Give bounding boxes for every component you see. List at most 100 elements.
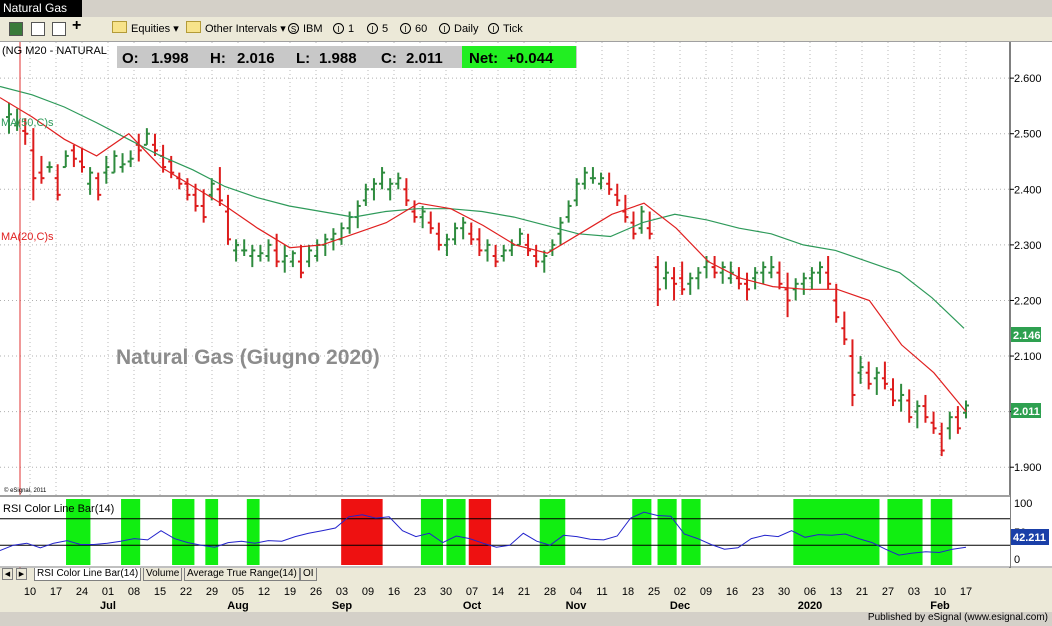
rsi-band [930,499,953,565]
tab-rsi[interactable]: RSI Color Line Bar(14) [34,568,142,581]
page-icon[interactable] [31,22,45,36]
chart-icon[interactable] [9,22,23,36]
date-tick-label: 23 [752,586,764,598]
month-label: Nov [566,600,588,612]
rsi-band [246,499,260,565]
date-tick-label: 22 [180,586,192,598]
interval-daily-button[interactable]: I Daily [439,21,478,37]
interval-1-button[interactable]: I1 [333,21,354,37]
open-value: 1.998 [151,50,189,67]
month-label: Aug [227,600,248,612]
window-title: Natural Gas [0,0,82,17]
copyright: © eSignal, 2011 [4,487,47,494]
month-label: 2020 [798,600,822,612]
interval-circle-icon: I [400,23,411,34]
rsi-band [468,499,492,565]
rsi-band [793,499,880,565]
date-tick-label: 16 [726,586,738,598]
rsi-band [205,499,219,565]
rsi-label: RSI Color Line Bar(14) [3,503,114,515]
high-label: H: [210,50,226,67]
folder-icon [112,21,127,33]
rsi-band [172,499,195,565]
price-tick-label: 1.900 [1014,462,1042,474]
date-tick-label: 02 [674,586,686,598]
rsi-band [446,499,466,565]
date-tick-label: 05 [232,586,244,598]
toolbar: + Equities ▾ Other Intervals ▾ S IBM I1 I… [0,17,1052,42]
rsi-band [121,499,141,565]
price-chart[interactable]: 2.6002.5002.4002.3002.2002.1002.0001.900… [0,42,1052,612]
date-tick-label: 25 [648,586,660,598]
open-label: O: [122,50,139,67]
other-intervals-menu[interactable]: Other Intervals ▾ [186,21,286,37]
date-tick-label: 04 [570,586,582,598]
copy-icon[interactable] [52,22,66,36]
rsi-band [887,499,923,565]
date-tick-label: 01 [102,586,114,598]
tab-volume[interactable]: Volume [143,568,183,581]
rsi-band [539,499,566,565]
month-label: Oct [463,600,482,612]
date-tick-label: 21 [856,586,868,598]
date-tick-label: 09 [700,586,712,598]
low-label: L: [296,50,310,67]
tab-scroll-left-button[interactable]: ◀ [2,568,13,580]
rsi-band [657,499,677,565]
tab-scroll-right-button[interactable]: ▶ [16,568,27,580]
date-tick-label: 24 [76,586,88,598]
price-tick-label: 2.100 [1014,351,1042,363]
interval-5-button[interactable]: I5 [367,21,388,37]
low-value: 1.988 [319,50,357,67]
rsi-band [420,499,443,565]
date-tick-label: 27 [882,586,894,598]
rsi-band [341,499,383,565]
date-tick-label: 10 [24,586,36,598]
rsi-band [632,499,652,565]
symbol-label: (NG M20 - NATURAL [2,45,107,57]
date-tick-label: 30 [778,586,790,598]
date-tick-label: 10 [934,586,946,598]
date-tick-label: 09 [362,586,374,598]
tab-oi[interactable]: OI [300,568,317,581]
date-tick-label: 30 [440,586,452,598]
date-tick-label: 17 [50,586,62,598]
date-tick-label: 21 [518,586,530,598]
folder-icon [186,21,201,33]
date-tick-label: 12 [258,586,270,598]
month-label: Feb [930,600,950,612]
price-tick-label: 2.600 [1014,73,1042,85]
rsi-tick-label: 0 [1014,554,1020,566]
price-tick-label: 2.300 [1014,240,1042,252]
date-tick-label: 06 [804,586,816,598]
date-tick-label: 23 [414,586,426,598]
pane-divider [0,495,1010,497]
month-label: Jul [100,600,116,612]
ma50-label: MA(50,C)s [1,117,54,129]
ma20-label: MA(20,C)s [1,231,54,243]
close-label: C: [381,50,397,67]
net-value: +0.044 [507,50,554,67]
rsi-band [681,499,701,565]
tab-atr[interactable]: Average True Range(14) [184,568,300,581]
rsi-tick-label: 100 [1014,498,1032,510]
date-tick-label: 08 [128,586,140,598]
date-tick-label: 13 [830,586,842,598]
last-price-value: 2.011 [1013,406,1040,418]
interval-60-button[interactable]: I 60 [400,21,427,37]
date-tick-label: 29 [206,586,218,598]
equities-menu[interactable]: Equities ▾ [112,21,179,37]
price-tick-label: 2.200 [1014,295,1042,307]
high-value: 2.016 [237,50,275,67]
price-tick-label: 2.400 [1014,184,1042,196]
date-tick-label: 15 [154,586,166,598]
footer: Published by eSignal (www.esignal.com) [867,612,1048,623]
price-tick-label: 2.500 [1014,129,1042,141]
date-tick-label: 07 [466,586,478,598]
add-icon[interactable]: + [72,18,81,34]
rsi-value: 42.211 [1013,532,1046,544]
interval-tick-button[interactable]: I Tick [488,21,523,37]
symbol-button[interactable]: S IBM [288,21,323,37]
date-tick-label: 03 [908,586,920,598]
interval-circle-icon: I [439,23,450,34]
